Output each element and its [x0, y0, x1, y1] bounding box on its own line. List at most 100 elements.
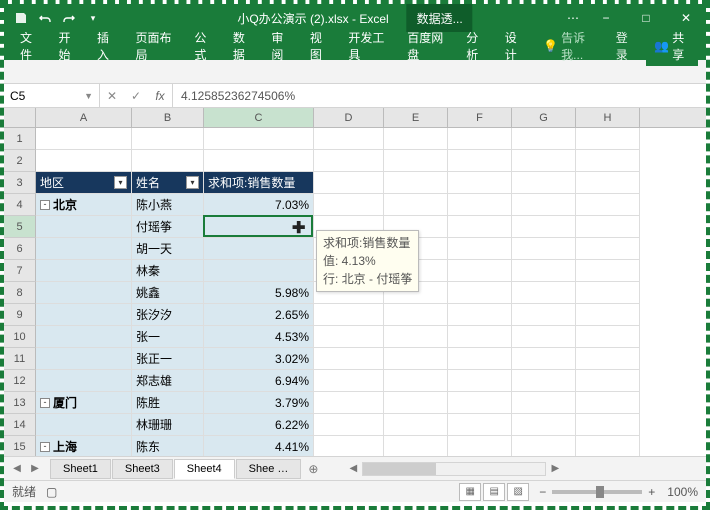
add-sheet-button[interactable]: ⊕: [302, 462, 324, 476]
cell-G15[interactable]: [512, 436, 576, 456]
cell-F5[interactable]: [448, 216, 512, 238]
name-box-input[interactable]: [10, 89, 70, 103]
close-button[interactable]: ✕: [666, 4, 706, 32]
cell-F1[interactable]: [448, 128, 512, 150]
cell-F9[interactable]: [448, 304, 512, 326]
cell-G6[interactable]: [512, 238, 576, 260]
cell-B13[interactable]: 陈胜: [132, 392, 204, 414]
cell-H5[interactable]: [576, 216, 640, 238]
cells-area[interactable]: ✚ 求和项:销售数量 值: 4.13% 行: 北京 - 付瑶筝 地区▾姓名▾求和…: [36, 128, 706, 456]
cell-A15[interactable]: -上海: [36, 436, 132, 456]
login-link[interactable]: 登录: [608, 25, 644, 67]
col-header-B[interactable]: B: [132, 108, 204, 127]
cell-C3[interactable]: 求和项:销售数量: [204, 172, 314, 194]
cell-D2[interactable]: [314, 150, 384, 172]
cell-C13[interactable]: 3.79%: [204, 392, 314, 414]
macro-record-icon[interactable]: ▢: [46, 485, 57, 499]
cell-G11[interactable]: [512, 348, 576, 370]
cell-G2[interactable]: [512, 150, 576, 172]
cell-B14[interactable]: 林珊珊: [132, 414, 204, 436]
cell-A6[interactable]: [36, 238, 132, 260]
row-header-3[interactable]: 3: [4, 172, 36, 194]
cell-F14[interactable]: [448, 414, 512, 436]
sheet-tab-Sheet4[interactable]: Sheet4: [174, 459, 235, 479]
cell-A10[interactable]: [36, 326, 132, 348]
cell-F2[interactable]: [448, 150, 512, 172]
cell-G10[interactable]: [512, 326, 576, 348]
cell-E15[interactable]: [384, 436, 448, 456]
cell-H14[interactable]: [576, 414, 640, 436]
cell-A2[interactable]: [36, 150, 132, 172]
cell-C10[interactable]: 4.53%: [204, 326, 314, 348]
cell-D13[interactable]: [314, 392, 384, 414]
cell-C9[interactable]: 2.65%: [204, 304, 314, 326]
col-header-F[interactable]: F: [448, 108, 512, 127]
cell-B10[interactable]: 张一: [132, 326, 204, 348]
cell-G13[interactable]: [512, 392, 576, 414]
row-header-11[interactable]: 11: [4, 348, 36, 370]
qat-customize-button[interactable]: ▾: [82, 7, 104, 29]
zoom-level[interactable]: 100%: [667, 485, 698, 499]
row-header-5[interactable]: 5: [4, 216, 36, 238]
col-header-E[interactable]: E: [384, 108, 448, 127]
sheet-nav-prev[interactable]: ◀: [8, 463, 26, 474]
sheet-tab-Shee …[interactable]: Shee …: [236, 459, 302, 479]
cell-A7[interactable]: [36, 260, 132, 282]
zoom-slider[interactable]: [552, 490, 642, 494]
col-header-A[interactable]: A: [36, 108, 132, 127]
cell-C4[interactable]: 7.03%: [204, 194, 314, 216]
cell-A13[interactable]: -厦门: [36, 392, 132, 414]
cell-B6[interactable]: 胡一天: [132, 238, 204, 260]
sheet-nav-next[interactable]: ▶: [26, 463, 44, 474]
collapse-icon[interactable]: -: [40, 398, 50, 408]
cell-H6[interactable]: [576, 238, 640, 260]
cell-F4[interactable]: [448, 194, 512, 216]
fx-button[interactable]: fx: [148, 84, 172, 107]
row-header-15[interactable]: 15: [4, 436, 36, 456]
cell-A8[interactable]: [36, 282, 132, 304]
col-header-H[interactable]: H: [576, 108, 640, 127]
filter-dropdown-icon[interactable]: ▾: [114, 176, 127, 189]
cell-D15[interactable]: [314, 436, 384, 456]
cell-F6[interactable]: [448, 238, 512, 260]
cell-A11[interactable]: [36, 348, 132, 370]
cell-B2[interactable]: [132, 150, 204, 172]
cell-B4[interactable]: 陈小燕: [132, 194, 204, 216]
row-header-6[interactable]: 6: [4, 238, 36, 260]
cell-A14[interactable]: [36, 414, 132, 436]
cancel-formula-button[interactable]: ✕: [100, 84, 124, 107]
cell-H1[interactable]: [576, 128, 640, 150]
cell-B8[interactable]: 姚鑫: [132, 282, 204, 304]
cell-D10[interactable]: [314, 326, 384, 348]
cell-D11[interactable]: [314, 348, 384, 370]
row-header-10[interactable]: 10: [4, 326, 36, 348]
cell-D12[interactable]: [314, 370, 384, 392]
sheet-tab-Sheet3[interactable]: Sheet3: [112, 459, 173, 479]
collapse-icon[interactable]: -: [40, 200, 50, 210]
cell-A5[interactable]: [36, 216, 132, 238]
cell-H12[interactable]: [576, 370, 640, 392]
row-header-14[interactable]: 14: [4, 414, 36, 436]
cell-D14[interactable]: [314, 414, 384, 436]
cell-F7[interactable]: [448, 260, 512, 282]
cell-E13[interactable]: [384, 392, 448, 414]
cell-G8[interactable]: [512, 282, 576, 304]
cell-E11[interactable]: [384, 348, 448, 370]
cell-D1[interactable]: [314, 128, 384, 150]
cell-G5[interactable]: [512, 216, 576, 238]
zoom-in-button[interactable]: +: [648, 485, 655, 499]
row-header-12[interactable]: 12: [4, 370, 36, 392]
hscroll-right[interactable]: ▶: [546, 463, 564, 474]
row-header-13[interactable]: 13: [4, 392, 36, 414]
cell-F8[interactable]: [448, 282, 512, 304]
cell-A12[interactable]: [36, 370, 132, 392]
cell-B5[interactable]: 付瑶筝: [132, 216, 204, 238]
undo-button[interactable]: [34, 7, 56, 29]
cell-B3[interactable]: 姓名▾: [132, 172, 204, 194]
row-header-2[interactable]: 2: [4, 150, 36, 172]
cell-A3[interactable]: 地区▾: [36, 172, 132, 194]
cell-H9[interactable]: [576, 304, 640, 326]
cell-C1[interactable]: [204, 128, 314, 150]
cell-G7[interactable]: [512, 260, 576, 282]
hscroll-thumb[interactable]: [363, 463, 436, 475]
